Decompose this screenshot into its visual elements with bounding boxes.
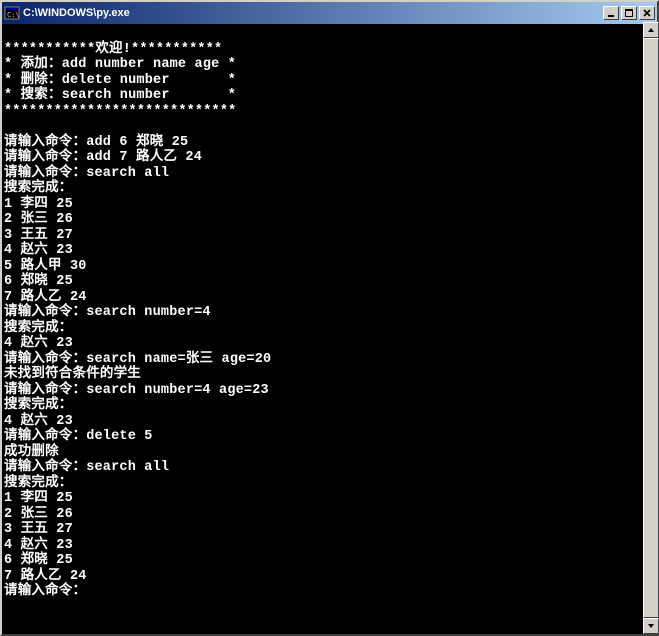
console-output[interactable]: ***********欢迎!*********** * 添加：add numbe…	[2, 24, 657, 634]
scroll-up-button[interactable]	[643, 22, 659, 38]
svg-text:C:\: C:\	[7, 11, 20, 19]
maximize-button[interactable]	[621, 6, 637, 20]
scroll-thumb[interactable]	[643, 38, 659, 618]
scroll-down-button[interactable]	[643, 618, 659, 634]
vertical-scrollbar[interactable]	[643, 22, 659, 634]
titlebar[interactable]: C:\ C:\WINDOWS\py.exe	[2, 2, 657, 24]
minimize-button[interactable]	[603, 6, 619, 20]
window-title: C:\WINDOWS\py.exe	[23, 7, 603, 19]
command-prompt-window: C:\ C:\WINDOWS\py.exe ***********欢迎!****…	[0, 0, 659, 636]
window-controls	[603, 6, 655, 20]
close-button[interactable]	[639, 6, 655, 20]
scroll-track[interactable]	[643, 38, 659, 618]
app-icon: C:\	[4, 5, 20, 21]
